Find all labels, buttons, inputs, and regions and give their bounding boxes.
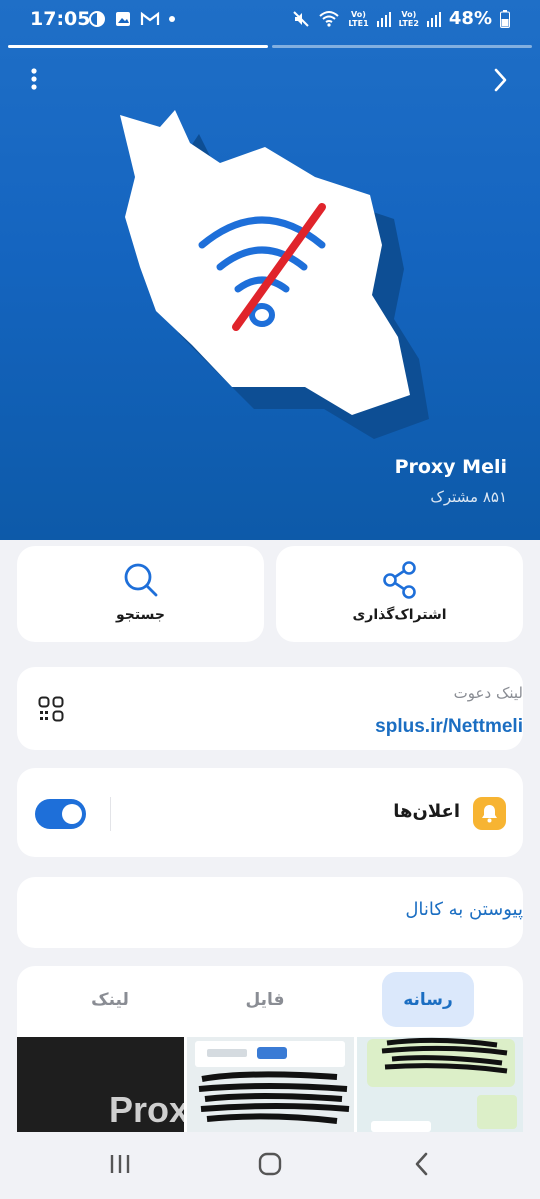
notifications-toggle[interactable] xyxy=(35,799,86,829)
battery-percent: 48% xyxy=(448,8,492,29)
thumbnail-image xyxy=(357,1037,523,1132)
status-time: 17:05 xyxy=(30,8,91,30)
share-button[interactable]: اشتراک‌گذاری xyxy=(276,546,523,642)
channel-title: Proxy Meli xyxy=(394,456,507,478)
notifications-label: اعلان‌ها xyxy=(393,801,460,822)
subscriber-count: ۸۵۱ مشترک xyxy=(430,488,507,506)
tab-media[interactable]: رسانه xyxy=(382,972,474,1027)
wifi-icon xyxy=(319,10,340,27)
battery-icon xyxy=(500,9,510,28)
invite-link-url[interactable]: splus.ir/Nettmeli xyxy=(375,716,523,738)
mute-icon xyxy=(293,10,310,27)
recent-apps-icon[interactable] xyxy=(105,1150,135,1178)
search-icon xyxy=(124,563,157,597)
media-thumbnail[interactable] xyxy=(187,1037,354,1132)
sim2-label: Vo) LTE2 xyxy=(398,9,419,28)
chevron-right-icon[interactable] xyxy=(488,66,512,94)
more-vert-icon[interactable] xyxy=(22,66,46,94)
divider xyxy=(110,797,111,831)
search-button[interactable]: جستجو xyxy=(17,546,264,642)
qr-code-icon[interactable] xyxy=(38,696,64,722)
media-thumbnail[interactable]: Prox xyxy=(17,1037,184,1132)
status-system-icons: Vo) LTE1 Vo) LTE2 48% xyxy=(292,8,510,29)
story-progress-1 xyxy=(8,45,268,48)
media-thumbnail[interactable] xyxy=(357,1037,523,1132)
gmail-icon xyxy=(140,11,160,25)
toggle-knob xyxy=(62,804,82,824)
signal-icon-2 xyxy=(426,11,441,27)
invite-link-label: لینک دعوت xyxy=(453,684,523,702)
status-notification-icons xyxy=(88,10,176,28)
app-notification-icon xyxy=(89,11,105,27)
thumbnail-image xyxy=(195,1041,350,1124)
back-icon[interactable] xyxy=(407,1150,437,1178)
share-label: اشتراک‌گذاری xyxy=(352,607,447,623)
signal-icon xyxy=(376,11,391,27)
search-label: جستجو xyxy=(116,607,165,623)
dot-icon xyxy=(169,16,175,22)
tab-file[interactable]: فایل xyxy=(225,972,305,1027)
bell-icon xyxy=(482,805,497,823)
status-bar: 17:05 Vo) LTE1 Vo) LTE2 48% xyxy=(0,0,540,40)
tab-link[interactable]: لینک xyxy=(70,972,150,1027)
join-channel-label[interactable]: پیوستن به کانال xyxy=(405,899,523,920)
thumbnail-text: Prox xyxy=(109,1089,184,1130)
channel-avatar-image xyxy=(120,110,429,439)
home-icon[interactable] xyxy=(255,1150,285,1178)
channel-header: 17:05 Vo) LTE1 Vo) LTE2 48% Proxy Meli ۸… xyxy=(0,0,540,540)
notifications-badge xyxy=(473,797,506,830)
story-progress-2 xyxy=(272,45,532,48)
gallery-icon xyxy=(116,12,130,26)
share-icon xyxy=(382,561,416,599)
sim1-label: Vo) LTE1 xyxy=(348,9,369,28)
